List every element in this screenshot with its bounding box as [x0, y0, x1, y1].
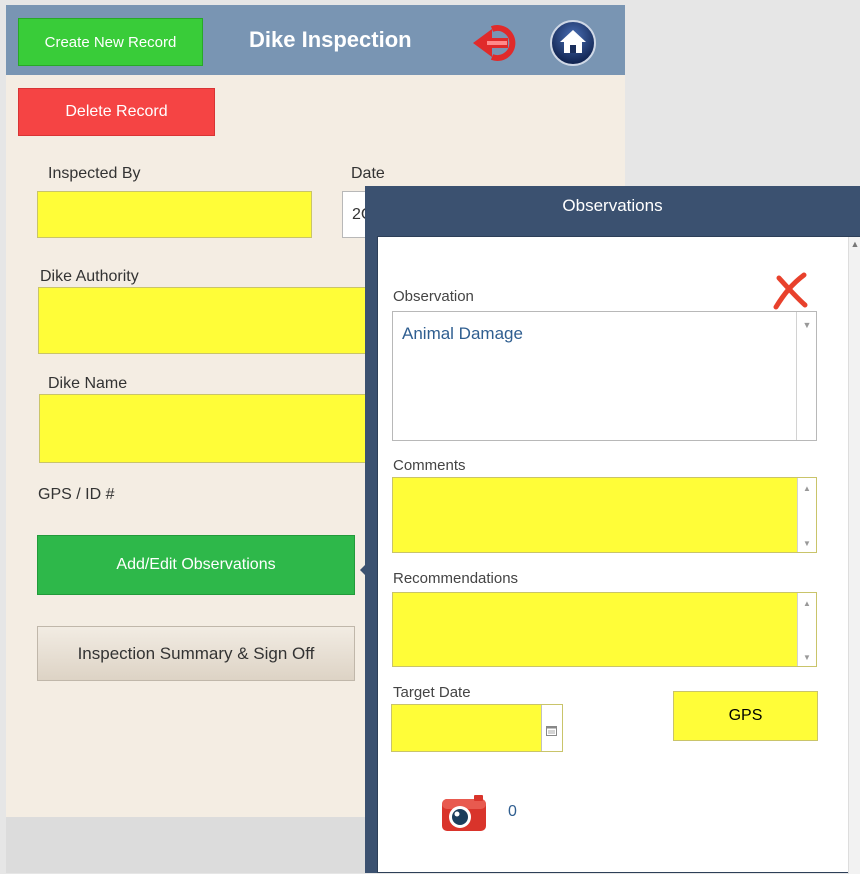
scroll-up-icon[interactable]: ▲ [798, 484, 816, 493]
calendar-button[interactable] [541, 705, 562, 751]
scroll-down-icon[interactable]: ▼ [798, 653, 816, 662]
target-date-label: Target Date [393, 684, 471, 701]
delete-record-button[interactable]: Delete Record [18, 88, 215, 136]
recommendations-scrollbar[interactable]: ▲ ▼ [797, 593, 816, 666]
modal-scrollbar[interactable]: ▲ [848, 237, 860, 874]
close-icon[interactable] [770, 272, 810, 310]
camera-icon[interactable] [440, 793, 490, 833]
scroll-up-icon[interactable]: ▲ [798, 599, 816, 608]
create-new-record-button[interactable]: Create New Record [18, 18, 203, 66]
photo-count: 0 [508, 803, 517, 820]
recommendations-field[interactable]: ▲ ▼ [392, 592, 817, 667]
inspection-summary-button[interactable]: Inspection Summary & Sign Off [37, 626, 355, 681]
scroll-up-icon[interactable]: ▲ [849, 239, 860, 251]
dike-name-field[interactable] [39, 394, 399, 463]
observation-label: Observation [393, 288, 474, 305]
dike-authority-label: Dike Authority [40, 268, 139, 285]
gps-button[interactable]: GPS [673, 691, 818, 741]
comments-label: Comments [393, 457, 466, 474]
gps-id-label: GPS / ID # [38, 486, 115, 503]
header-bar: Create New Record Dike Inspection [6, 5, 625, 75]
comments-field[interactable]: ▲ ▼ [392, 477, 817, 553]
dike-authority-field[interactable] [38, 287, 398, 354]
page-title: Dike Inspection [249, 27, 412, 52]
comments-scrollbar[interactable]: ▲ ▼ [797, 478, 816, 552]
back-arrow-icon[interactable] [470, 23, 522, 63]
modal-body: Observation Animal Damage ▼ Comments ▲ ▼… [377, 236, 860, 874]
inspected-by-field[interactable] [37, 191, 312, 238]
chevron-down-icon[interactable]: ▼ [797, 320, 817, 330]
modal-title: Observations [562, 196, 663, 215]
inspected-by-label: Inspected By [48, 165, 141, 182]
observation-select[interactable]: Animal Damage ▼ [392, 311, 817, 441]
observations-modal: Observations Observation Animal Damage ▼… [365, 186, 860, 874]
observation-scrollbar[interactable]: ▼ [796, 312, 816, 440]
date-label: Date [351, 165, 385, 182]
recommendations-label: Recommendations [393, 570, 519, 587]
dike-name-label: Dike Name [48, 375, 128, 392]
calendar-icon[interactable] [546, 723, 557, 736]
scroll-down-icon[interactable]: ▼ [798, 539, 816, 548]
bottom-strip [6, 817, 370, 873]
target-date-field[interactable] [391, 704, 563, 752]
observation-value: Animal Damage [402, 324, 523, 343]
add-edit-observations-button[interactable]: Add/Edit Observations [37, 535, 355, 595]
home-icon[interactable] [549, 19, 597, 67]
